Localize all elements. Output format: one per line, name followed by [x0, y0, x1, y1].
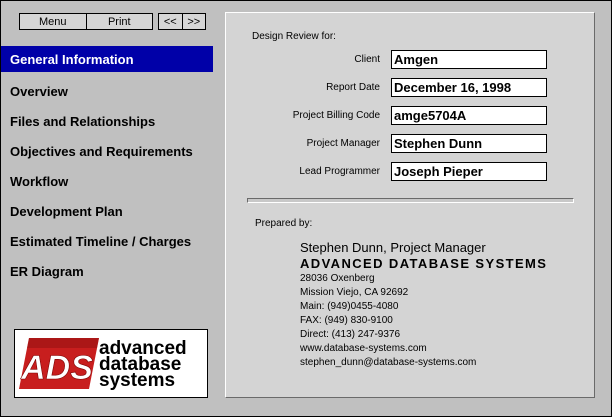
project-manager-label: Project Manager — [306, 138, 380, 149]
ads-logo-icon: ADS advanced database systems — [19, 338, 187, 391]
prepared-by-label: Prepared by: — [255, 218, 313, 229]
lead-programmer-field[interactable]: Joseph Pieper — [391, 162, 547, 181]
logo-red-shade — [27, 338, 99, 348]
website-link[interactable]: www.database-systems.com — [300, 342, 547, 356]
client-label: Client — [354, 54, 380, 65]
section-divider — [247, 198, 574, 203]
lead-programmer-row: Lead Programmer Joseph Pieper — [226, 162, 596, 182]
prepared-by-block: Stephen Dunn, Project Manager ADVANCED D… — [300, 240, 547, 370]
billing-code-label: Project Billing Code — [292, 110, 380, 121]
print-button[interactable]: Print — [87, 14, 153, 29]
design-review-heading: Design Review for: — [252, 31, 336, 42]
pager: << >> — [158, 13, 206, 30]
email-link[interactable]: stephen_dunn@database-systems.com — [300, 356, 547, 370]
billing-code-row: Project Billing Code amge5704A — [226, 106, 596, 126]
nav-item-workflow[interactable]: Workflow — [1, 166, 213, 196]
preparer-name: Stephen Dunn, Project Manager — [300, 240, 486, 255]
nav-item-objectives-and-requirements[interactable]: Objectives and Requirements — [1, 136, 213, 166]
report-date-label: Report Date — [326, 82, 380, 93]
project-manager-field[interactable]: Stephen Dunn — [391, 134, 547, 153]
app-window: Menu Print << >> General Information Ove… — [0, 0, 612, 417]
logo-line-3: systems — [99, 370, 175, 391]
toolbar: Menu Print — [19, 13, 153, 30]
company-name: ADVANCED DATABASE SYSTEMS — [300, 256, 548, 271]
client-field[interactable]: Amgen — [391, 50, 547, 69]
report-date-field[interactable]: December 16, 1998 — [391, 78, 547, 97]
menu-button[interactable]: Menu — [20, 14, 87, 29]
billing-code-field[interactable]: amge5704A — [391, 106, 547, 125]
report-date-row: Report Date December 16, 1998 — [226, 78, 596, 98]
client-row: Client Amgen — [226, 50, 596, 70]
logo-mark-text: ADS — [20, 349, 93, 387]
lead-programmer-label: Lead Programmer — [299, 166, 380, 177]
fax-number: FAX: (949) 830-9100 — [300, 315, 393, 326]
general-information-panel: Design Review for: Client Amgen Report D… — [225, 12, 595, 398]
nav-item-files-and-relationships[interactable]: Files and Relationships — [1, 106, 213, 136]
next-page-button[interactable]: >> — [183, 14, 206, 29]
company-logo: ADS advanced database systems — [14, 329, 208, 398]
address-line-2: Mission Viejo, CA 92692 — [300, 287, 409, 298]
nav-item-overview[interactable]: Overview — [1, 76, 213, 106]
nav-item-development-plan[interactable]: Development Plan — [1, 196, 213, 226]
prev-page-button[interactable]: << — [159, 14, 183, 29]
nav-item-general-information[interactable]: General Information — [1, 46, 213, 72]
direct-phone: Direct: (413) 247-9376 — [300, 329, 401, 340]
nav-item-er-diagram[interactable]: ER Diagram — [1, 256, 213, 286]
nav-item-estimated-timeline-charges[interactable]: Estimated Timeline / Charges — [1, 226, 213, 256]
sidebar-nav: General Information Overview Files and R… — [1, 46, 213, 286]
project-manager-row: Project Manager Stephen Dunn — [226, 134, 596, 154]
main-phone: Main: (949)0455-4080 — [300, 301, 399, 312]
address-line-1: 28036 Oxenberg — [300, 273, 375, 284]
